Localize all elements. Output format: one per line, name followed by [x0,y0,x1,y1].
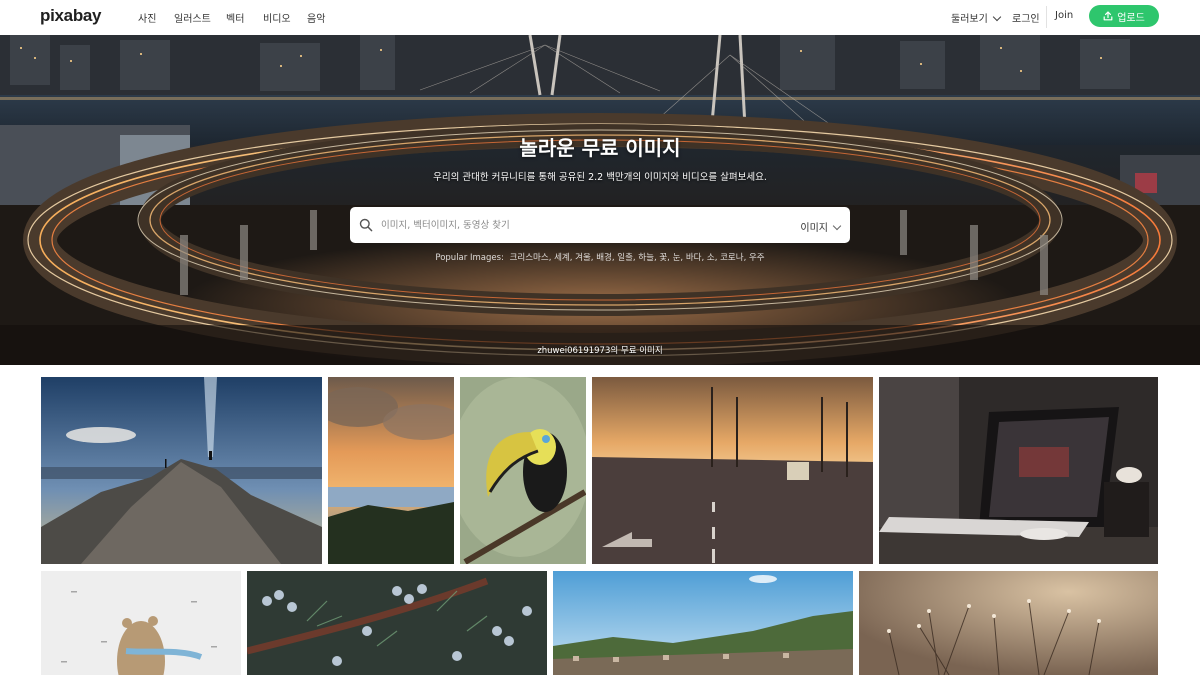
join-link[interactable]: Join [1055,10,1073,21]
popular-searches: Popular Images: 크리스마스, 세계, 겨울, 배경, 일출, 하… [435,253,765,263]
popular-term[interactable]: 바다 [686,253,702,263]
mountain-summit-image [41,377,322,564]
popular-term[interactable]: 겨울 [575,253,591,263]
popular-label: Popular Images: [435,253,504,263]
media-type-label: 이미지 [800,223,828,234]
popular-term[interactable]: 하늘 [638,253,654,263]
popular-term[interactable]: 우주 [749,253,765,263]
image-bear-illustration[interactable] [41,571,241,675]
town-hills-image [553,571,853,675]
popular-term[interactable]: 배경 [596,253,612,263]
nav-divider [1046,6,1047,28]
search-input[interactable] [381,207,781,243]
popular-term[interactable]: 소 [707,253,715,263]
popular-term[interactable]: 크리스마스 [510,253,549,263]
upload-label: 업로드 [1117,12,1145,24]
bear-illustration-image [41,571,241,675]
image-town-hills[interactable] [553,571,853,675]
toucan-image [460,377,586,564]
nav-vectors[interactable]: 벡터 [226,10,244,25]
search-icon[interactable] [359,218,373,232]
top-navbar: pixabay 사진 일러스트 벡터 비디오 음악 둘러보기 로그인 Join … [0,0,1200,35]
hero-background-image [0,35,1200,365]
image-toucan[interactable] [460,377,586,564]
image-street-sunset[interactable] [592,377,873,564]
nav-photos[interactable]: 사진 [138,10,156,25]
login-link[interactable]: 로그인 [1012,10,1040,25]
explore-dropdown[interactable]: 둘러보기 [951,10,1002,25]
hero-image-credit[interactable]: zhuwei06191973의 무료 이미지 [0,344,1200,356]
upload-button[interactable]: 업로드 [1089,5,1159,27]
hero-subtitle: 우리의 관대한 커뮤니티를 통해 공유된 2.2 백만개의 이미지와 비디오를 … [433,172,767,183]
popular-term[interactable]: 눈 [673,253,681,263]
explore-label: 둘러보기 [951,14,988,25]
chevron-down-icon [832,221,842,231]
juniper-berries-image [247,571,547,675]
popular-term[interactable]: 코로나 [720,253,743,263]
media-type-select[interactable]: 이미지 [800,219,842,234]
image-dried-flowers[interactable] [859,571,1158,675]
upload-icon [1103,11,1113,21]
image-laptop[interactable] [879,377,1158,564]
chevron-down-icon [992,12,1002,22]
search-bar: 이미지 [350,207,850,243]
pixabay-logo[interactable]: pixabay [40,6,102,26]
hero-title: 놀라운 무료 이미지 [519,136,681,160]
popular-term[interactable]: 일출 [617,253,633,263]
image-sunset-clouds[interactable] [328,377,454,564]
laptop-image [879,377,1158,564]
image-juniper-berries[interactable] [247,571,547,675]
image-mountain-summit[interactable] [41,377,322,564]
nav-illustrations[interactable]: 일러스트 [174,10,211,25]
hero-banner: 놀라운 무료 이미지 우리의 관대한 커뮤니티를 통해 공유된 2.2 백만개의… [0,35,1200,365]
street-sunset-image [592,377,873,564]
popular-term[interactable]: 꽃 [659,253,667,263]
dried-flowers-image [859,571,1158,675]
nav-music[interactable]: 음악 [307,10,325,25]
nav-videos[interactable]: 비디오 [263,10,291,25]
sunset-clouds-image [328,377,454,564]
popular-term[interactable]: 세계 [554,253,570,263]
